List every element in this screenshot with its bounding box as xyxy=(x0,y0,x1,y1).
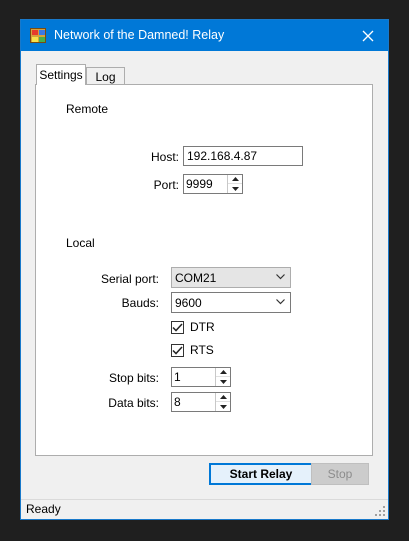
stop-bits-value: 1 xyxy=(174,370,181,384)
tab-settings[interactable]: Settings xyxy=(36,64,86,85)
dropdown-arrow-icon xyxy=(276,274,285,280)
close-icon xyxy=(362,30,374,41)
bauds-label: Bauds: xyxy=(121,296,159,310)
data-bits-value: 8 xyxy=(174,395,181,409)
local-group: Local Serial port: COM21 Bauds: 9600 DTR xyxy=(57,236,348,433)
remote-group: Remote Host: 192.168.4.87 Port: 9999 xyxy=(57,102,348,231)
dtr-label: DTR xyxy=(190,320,215,334)
stop-bits-up-button[interactable] xyxy=(216,368,230,377)
spin-up-icon xyxy=(231,177,239,181)
dropdown-arrow-icon xyxy=(276,299,285,305)
serial-port-value: COM21 xyxy=(175,271,217,285)
bauds-select[interactable]: 9600 xyxy=(171,292,291,313)
spin-up-icon xyxy=(219,370,227,374)
dtr-box xyxy=(171,320,184,334)
app-icon xyxy=(30,28,46,43)
stop-bits-down-button[interactable] xyxy=(216,377,230,386)
status-bar: Ready xyxy=(21,499,388,519)
spin-down-icon xyxy=(231,186,239,191)
status-text: Ready xyxy=(26,502,61,516)
rts-label: RTS xyxy=(190,343,214,357)
data-bits-up-button[interactable] xyxy=(216,393,230,402)
settings-panel: Remote Host: 192.168.4.87 Port: 9999 Loc… xyxy=(35,84,373,456)
bauds-value: 9600 xyxy=(175,296,202,310)
port-label: Port: xyxy=(153,178,179,192)
start-relay-button[interactable]: Start Relay xyxy=(209,463,313,485)
relay-window: Network of the Damned! Relay Settings Lo… xyxy=(20,19,389,520)
data-bits-down-button[interactable] xyxy=(216,402,230,411)
host-label: Host: xyxy=(150,150,179,164)
host-input[interactable]: 192.168.4.87 xyxy=(183,146,303,166)
stop-button[interactable]: Stop xyxy=(311,463,369,485)
close-button[interactable] xyxy=(348,20,388,51)
data-bits-label: Data bits: xyxy=(108,396,159,410)
spin-down-icon xyxy=(219,379,227,384)
spin-down-icon xyxy=(219,404,227,409)
serial-port-select[interactable]: COM21 xyxy=(171,267,291,288)
port-stepper[interactable]: 9999 xyxy=(183,174,243,194)
stop-bits-stepper[interactable]: 1 xyxy=(171,367,231,387)
data-bits-stepper[interactable]: 8 xyxy=(171,392,231,412)
size-grip-icon[interactable] xyxy=(374,505,385,516)
rts-box xyxy=(171,343,184,357)
dtr-checkbox[interactable]: DTR xyxy=(171,320,215,334)
remote-legend: Remote xyxy=(64,102,111,116)
check-icon xyxy=(172,345,183,355)
tab-log[interactable]: Log xyxy=(86,67,125,85)
rts-checkbox[interactable]: RTS xyxy=(171,343,214,357)
title-bar[interactable]: Network of the Damned! Relay xyxy=(21,20,388,51)
window-title: Network of the Damned! Relay xyxy=(54,28,225,42)
spin-up-icon xyxy=(219,395,227,399)
local-legend: Local xyxy=(64,236,97,250)
port-value: 9999 xyxy=(186,177,213,191)
port-down-button[interactable] xyxy=(228,184,242,193)
serial-port-label: Serial port: xyxy=(100,272,159,286)
stop-bits-label: Stop bits: xyxy=(108,371,159,385)
check-icon xyxy=(172,322,183,332)
port-up-button[interactable] xyxy=(228,175,242,184)
